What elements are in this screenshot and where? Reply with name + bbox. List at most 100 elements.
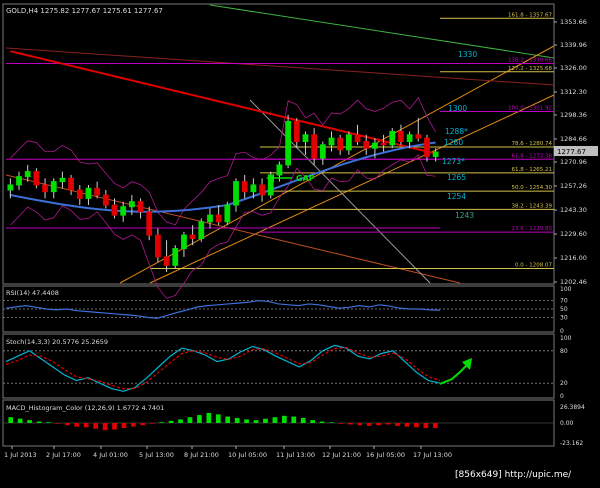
candle-body bbox=[250, 184, 257, 193]
candle-body bbox=[259, 184, 265, 196]
candle-body bbox=[302, 134, 309, 142]
candle-body bbox=[189, 234, 196, 240]
price-tick-label: 1326.00 bbox=[560, 64, 587, 72]
level-label: 1265 bbox=[447, 173, 466, 182]
candle-body bbox=[155, 234, 161, 258]
time-tick-label: 5 Jul 13:00 bbox=[139, 451, 174, 459]
candle-body bbox=[102, 194, 109, 206]
fib-label: 138.2 - 1330.66 bbox=[508, 57, 552, 63]
price-tick-label: 1202.46 bbox=[560, 278, 587, 286]
time-tick-label: 2 Jul 17:00 bbox=[46, 451, 81, 459]
candle-body bbox=[328, 137, 335, 146]
candle-body bbox=[59, 177, 66, 183]
time-tick-label: 4 Jul 01:00 bbox=[93, 451, 128, 459]
rsi-label: RSI(14) 47.4408 bbox=[6, 289, 59, 297]
candle-body bbox=[424, 137, 430, 158]
fib-label: 61.8 - 1265.21 bbox=[512, 167, 552, 173]
candle bbox=[389, 128, 396, 149]
watermark: [856x649] http://upic.me/ bbox=[455, 470, 572, 480]
candle-body bbox=[163, 256, 170, 266]
candle-body bbox=[94, 187, 101, 196]
rsi-axis-label: 30 bbox=[560, 314, 568, 321]
chart-canvas[interactable]: GOLD,H4 1275.82 1277.67 1275.61 1277.67 … bbox=[0, 0, 600, 484]
candle-body bbox=[128, 201, 135, 208]
current-price: 1277.67 bbox=[557, 148, 586, 156]
candle-body bbox=[111, 204, 118, 216]
fib-label: 78.6 - 1280.74 bbox=[512, 141, 553, 147]
rsi-axis-label: 100 bbox=[560, 286, 572, 293]
gap-label: GAP bbox=[296, 174, 315, 183]
fib-label: 61.8 - 1273.38 bbox=[512, 153, 553, 159]
rsi-axis-label: 50 bbox=[560, 306, 568, 313]
fib-label: 38.2 - 1243.39 bbox=[512, 203, 553, 209]
candle-body bbox=[76, 189, 83, 199]
candle-body bbox=[293, 120, 300, 142]
candle-body bbox=[68, 177, 74, 191]
level-label: 1273* bbox=[442, 157, 465, 166]
candle-body bbox=[33, 171, 40, 186]
candle-body bbox=[337, 137, 344, 151]
candle-body bbox=[363, 140, 370, 149]
price-tick-label: 1243.30 bbox=[560, 206, 587, 214]
candle-body bbox=[345, 134, 352, 151]
candle-body bbox=[24, 171, 31, 178]
trading-chart-window: GOLD,H4 1275.82 1277.67 1275.61 1277.67 … bbox=[0, 0, 600, 484]
level-label: 1254 bbox=[447, 192, 466, 201]
fib-label: 161.8 - 1357.67 bbox=[508, 12, 552, 18]
price-tick-label: 1312.30 bbox=[560, 88, 587, 96]
candle-body bbox=[207, 214, 213, 223]
candle bbox=[198, 218, 205, 242]
candle-body bbox=[16, 176, 22, 186]
macd-axis-label: 0.00 bbox=[560, 420, 574, 427]
time-tick-label: 16 Jul 05:00 bbox=[366, 451, 405, 459]
candle-body bbox=[146, 211, 153, 236]
macd-axis-label: 26.3894 bbox=[560, 404, 585, 411]
candle-body bbox=[432, 151, 439, 158]
fib-label: 23.6 - 1229.83 bbox=[512, 226, 553, 232]
fib-label: 127.2 - 1325.68 bbox=[508, 66, 552, 72]
macd-axis-label: -23.162 bbox=[560, 440, 583, 447]
watermark-bar: [856x649] http://upic.me/ bbox=[445, 466, 600, 484]
rsi-axis-label: 0 bbox=[560, 328, 564, 335]
stoch-axis-label: 20 bbox=[560, 380, 568, 387]
stoch-axis-label: 80 bbox=[560, 348, 568, 355]
stoch-axis-label: 0 bbox=[560, 393, 564, 400]
candle-body bbox=[380, 142, 387, 146]
candle-body bbox=[285, 120, 291, 166]
main-panel-frame bbox=[2, 3, 555, 285]
candle-body bbox=[137, 201, 144, 213]
time-tick-label: 10 Jul 05:00 bbox=[228, 451, 267, 459]
candle bbox=[33, 168, 40, 189]
candle-body bbox=[198, 221, 205, 240]
candle-body bbox=[354, 134, 361, 142]
candle-body bbox=[276, 164, 283, 176]
candle-body bbox=[241, 181, 248, 193]
level-label: 1288* bbox=[445, 127, 468, 136]
price-tick-label: 1216.00 bbox=[560, 254, 587, 262]
fib-label: 0.0 - 1208.07 bbox=[515, 263, 552, 269]
level-label: 1330 bbox=[458, 50, 477, 59]
candle-body bbox=[319, 144, 326, 159]
candle-body bbox=[50, 181, 57, 193]
fib-label: 100.0 - 1301.92 bbox=[508, 106, 552, 112]
price-tick-label: 1257.26 bbox=[560, 182, 587, 190]
level-label: 1300 bbox=[448, 104, 467, 113]
price-tick-label: 1229.60 bbox=[560, 230, 587, 238]
macd-label: MACD_Histogram_Color (12,26,9) 1.6772 4.… bbox=[6, 404, 164, 412]
candle-body bbox=[311, 134, 318, 159]
fib-label: 50.0 - 1254.30 bbox=[512, 185, 553, 191]
price-tick-label: 1270.96 bbox=[560, 158, 587, 166]
candle-body bbox=[120, 206, 127, 216]
candle-body bbox=[406, 134, 413, 142]
candle bbox=[146, 206, 153, 241]
stoch-axis-label: 100 bbox=[560, 335, 572, 342]
candle-body bbox=[224, 204, 231, 223]
candle bbox=[172, 245, 179, 269]
candle bbox=[285, 114, 291, 169]
candle-body bbox=[85, 187, 92, 199]
candle-body bbox=[233, 181, 239, 206]
time-tick-label: 17 Jul 13:00 bbox=[413, 451, 452, 459]
rsi-axis-label: 70 bbox=[560, 298, 568, 305]
candle-body bbox=[389, 130, 396, 146]
candle-body bbox=[181, 234, 187, 250]
